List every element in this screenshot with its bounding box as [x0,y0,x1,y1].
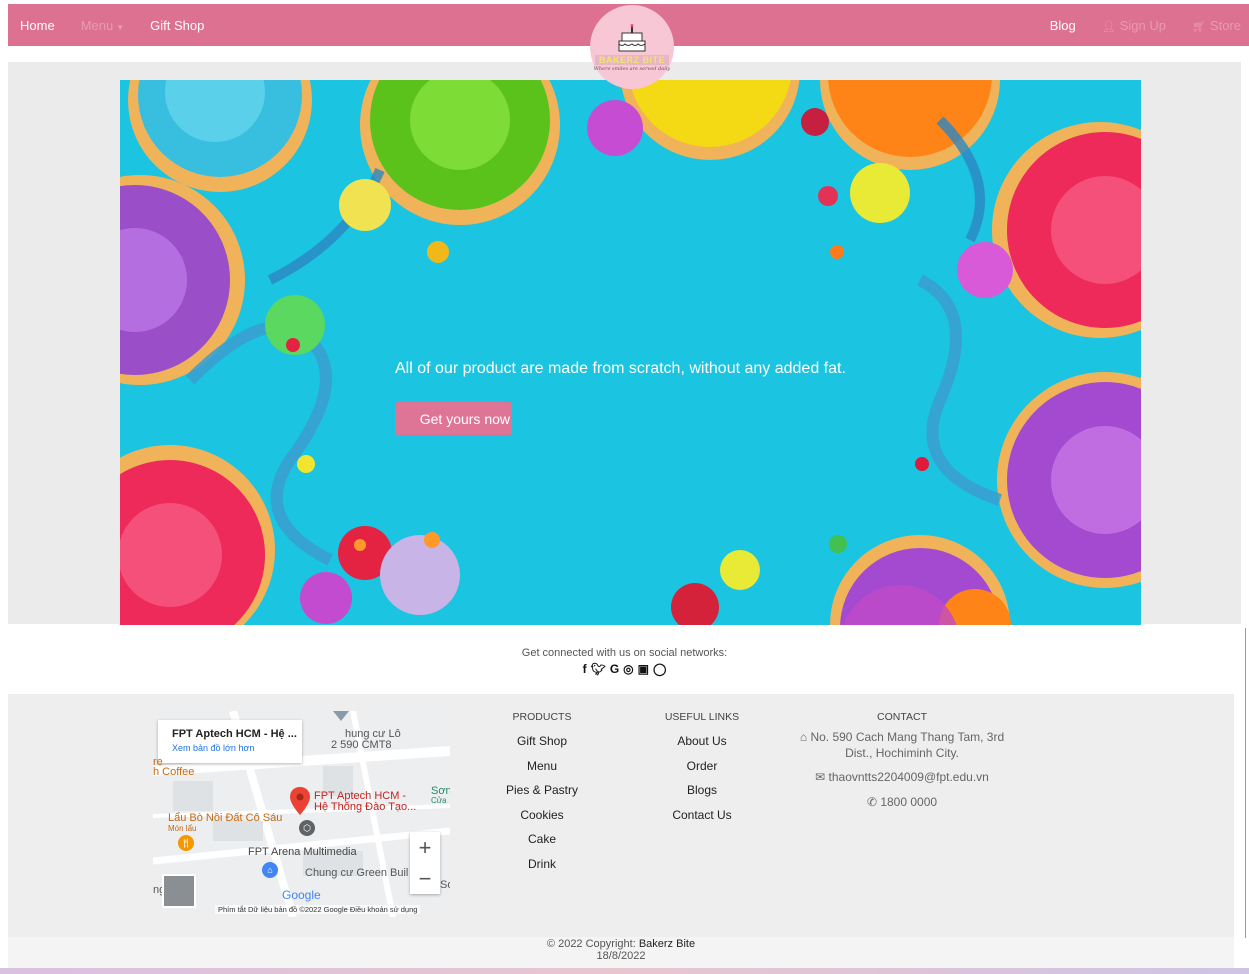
nav-store-label: Store [1209,17,1241,33]
footer-link-gift-shop[interactable]: Gift Shop [497,729,587,754]
github-icon[interactable]: ◯ [653,662,666,676]
hero-background-image [120,80,1141,625]
footer-useful-links-column: USEFUL LINKS About Us Order Blogs Contac… [652,711,752,827]
nav-right: Blog 👤︎ Sign Up 🛒︎ Store [1050,4,1241,46]
site-logo[interactable]: BAKERZ BITE Where smiles are served dail… [590,5,674,89]
footer-contact-column: CONTACT ⌂ No. 590 Cach Mang Thang Tam, 3… [797,711,1007,810]
caret-down-icon: ▼ [116,22,125,32]
brand-link[interactable]: Bakerz Bite [639,938,695,950]
phone-icon: ✆ [866,795,881,809]
zoom-in-button[interactable]: + [410,832,440,863]
hero-banner: All of our product are made from scratch… [120,80,1141,625]
satellite-toggle-button[interactable] [162,874,196,908]
footer-link-contact-us[interactable]: Contact Us [652,803,752,828]
contact-heading: CONTACT [877,711,927,723]
scrollbar-edge [1245,628,1246,938]
map-label: So [440,879,450,891]
footer-link-menu[interactable]: Menu [497,754,587,779]
map-label: Cửa [431,796,447,805]
map-larger-link[interactable]: Xem bản đồ lớn hơn [172,743,302,753]
footer-link-cake[interactable]: Cake [497,827,587,852]
contact-email: ✉ thaovntts2204009@fpt.edu.vn [797,769,1007,785]
zoom-out-button[interactable]: − [410,863,440,894]
twitter-icon[interactable]: 🐦︎ [591,662,606,676]
restaurant-icon: 🍴︎ [178,835,194,851]
map-label: 2 590 CMT8 [331,739,392,751]
nav-gift-shop-link[interactable]: Gift Shop [150,18,204,33]
logo-name: BAKERZ BITE [595,54,669,65]
map-zoom-controls: + − [410,832,440,894]
logo-tagline: Where smiles are served daily [593,65,671,72]
contact-email-text: thaovntts2204009@fpt.edu.vn [828,770,989,784]
cake-logo-icon [618,23,646,51]
copyright-date: 18/8/2022 [596,950,646,962]
footer-link-about-us[interactable]: About Us [652,729,752,754]
footer-link-blogs[interactable]: Blogs [652,778,752,803]
nav-store-link[interactable]: 🛒︎ Store [1192,18,1241,33]
nav-menu-label: Menu [80,17,114,33]
google-logo: Google [282,888,321,902]
copyright-bar: © 2022 Copyright: Bakerz Bite 18/8/2022 [8,937,1234,968]
contact-phone-text: 1800 0000 [880,795,938,809]
contact-address: ⌂ No. 590 Cach Mang Thang Tam, 3rd Dist.… [797,729,1007,761]
map-attribution: Phím tắt Dữ liệu bản đồ ©2022 Google Điề… [215,905,421,914]
facebook-icon[interactable]: f [583,662,587,676]
useful-links-heading: USEFUL LINKS [664,711,740,723]
map-label: h Coffee [153,766,195,778]
google-icon[interactable]: G [610,662,619,676]
social-icons-row: f 🐦︎ G ◎ ▣ ◯ [0,662,1249,676]
map-label: Lẩu Bò Nồi Đất Cô Sáu [168,812,283,824]
social-connect-text: Get connected with us on social networks… [521,647,728,659]
copyright-text: © 2022 Copyright: [546,938,639,950]
instagram-icon[interactable]: ◎ [623,662,633,676]
nav-blog-link[interactable]: Blog [1050,18,1076,33]
nav-left: Home Menu ▼ Gift Shop [20,4,204,46]
map-place-card: FPT Aptech HCM - Hệ ... Xem bản đồ lớn h… [158,720,302,763]
products-heading: PRODUCTS [512,711,572,723]
map-label: Món lẩu [168,824,197,833]
map-pin-icon [290,787,310,815]
hero-tagline: All of our product are made from scratch… [395,360,846,377]
building-icon: ⌂ [262,862,278,878]
contact-address-text: No. 590 Cach Mang Thang Tam, 3rd Dist., … [810,730,1005,760]
footer-link-drink[interactable]: Drink [497,852,587,877]
google-map[interactable]: FPT Aptech HCM - Hệ ... Xem bản đồ lớn h… [153,711,450,917]
cart-icon: 🛒︎ [1191,20,1206,33]
nav-menu-dropdown[interactable]: Menu ▼ [81,18,124,33]
nav-signup-label: Sign Up [1119,17,1166,33]
map-label: Chung cư Green Buil [305,867,409,879]
home-icon: ⌂ [799,730,811,744]
footer-products-column: PRODUCTS Gift Shop Menu Pies & Pastry Co… [497,711,587,876]
copyright-line: © 2022 Copyright: Bakerz Bite [8,938,1234,950]
bottom-strip [0,968,1249,974]
school-icon: ⬡ [299,820,315,836]
footer-link-cookies[interactable]: Cookies [497,803,587,828]
nav-signup-link[interactable]: 👤︎ Sign Up [1102,18,1166,33]
get-yours-now-button[interactable]: Get yours now [395,402,512,435]
map-pin-subtitle: Hệ Thống Đào Tạo... [314,801,417,813]
footer-link-pies-pastry[interactable]: Pies & Pastry [497,778,587,803]
map-label: FPT Arena Multimedia [248,846,357,858]
user-icon: 👤︎ [1101,20,1116,33]
nav-home-link[interactable]: Home [20,18,55,33]
map-place-title: FPT Aptech HCM - Hệ ... [172,728,297,740]
envelope-icon: ✉ [815,770,829,784]
contact-phone: ✆ 1800 0000 [797,794,1007,810]
linkedin-icon[interactable]: ▣ [638,662,649,676]
footer-link-order[interactable]: Order [652,754,752,779]
